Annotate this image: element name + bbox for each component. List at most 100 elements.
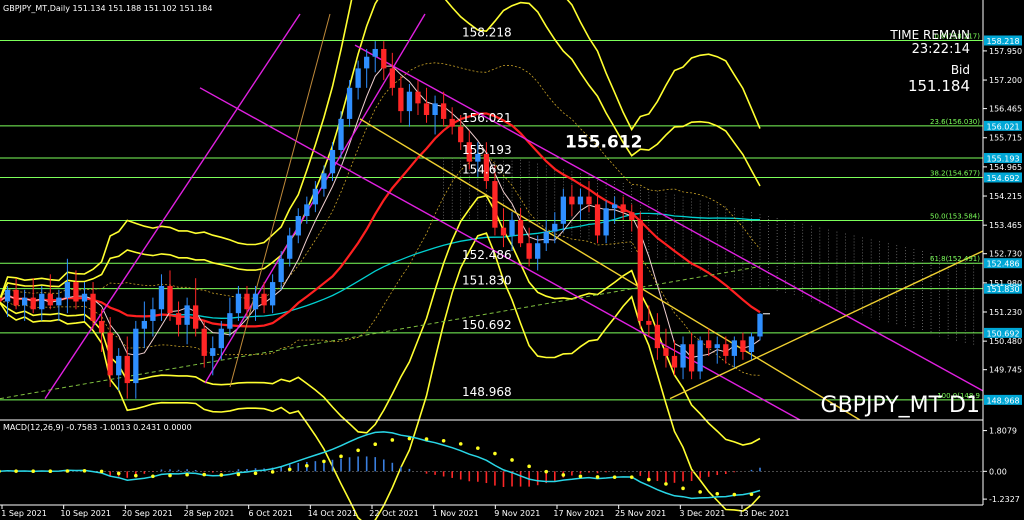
candle-body — [252, 293, 259, 310]
symbol-header: GBPJPY_MT,Daily 151.134 151.188 151.102 … — [3, 4, 212, 13]
macd-signal-dot — [561, 473, 566, 477]
candle-body — [569, 196, 575, 205]
candle-body — [13, 289, 19, 306]
candle-body — [714, 344, 720, 349]
candle-body — [338, 118, 344, 150]
fib-label: 23.6(156.030) — [930, 118, 980, 126]
candle-body — [107, 332, 113, 376]
time-label: 14 Oct 2021 — [308, 509, 357, 518]
macd-signal-dot — [390, 438, 395, 442]
candle-body — [620, 204, 626, 213]
candle-body — [415, 91, 421, 104]
candle-body — [543, 231, 549, 244]
macd-tick-label: 1.8079 — [989, 427, 1017, 436]
axis-marker-label: 148.968 — [986, 396, 1019, 405]
candle-body — [500, 227, 507, 236]
level-label: 156.021 — [462, 111, 512, 125]
time-label: 1 Sep 2021 — [1, 509, 47, 518]
axis-marker-label: 156.021 — [986, 122, 1019, 131]
macd-signal-dot — [322, 459, 326, 464]
macd-signal-dot — [595, 475, 600, 479]
candle-body — [287, 235, 293, 259]
level-label: 150.692 — [462, 318, 512, 332]
candle-body — [184, 305, 190, 325]
candle-body — [304, 204, 310, 217]
macd-signal-dot — [356, 448, 360, 453]
time-label: 17 Nov 2021 — [553, 509, 604, 518]
gbpjpy-chart[interactable]: 0.0(158.217)158.21823.6(156.030)156.0211… — [0, 0, 1024, 520]
candle-body — [56, 297, 62, 306]
candle-body — [594, 204, 601, 236]
macd-signal-dot — [253, 471, 258, 476]
candle-body — [150, 309, 156, 321]
macd-signal-dot — [270, 470, 275, 474]
time-label: 25 Nov 2021 — [615, 509, 666, 518]
macd-signal-dot — [407, 436, 412, 441]
macd-signal-dot — [732, 492, 737, 497]
macd-signal-dot — [629, 475, 634, 479]
macd-signal-dot — [578, 474, 583, 479]
candle-body — [560, 196, 566, 224]
candle-body — [158, 285, 165, 310]
candle-body — [364, 56, 370, 69]
candle-body — [64, 282, 71, 298]
level-label: 154.692 — [462, 162, 512, 176]
candle-body — [577, 196, 584, 205]
candle-body — [244, 293, 250, 310]
candle-body — [688, 344, 695, 372]
price-tick-label: 153.465 — [989, 221, 1022, 230]
candle-body — [723, 344, 729, 356]
candle-body — [73, 282, 79, 302]
macd-tick-label: -1.2327 — [989, 495, 1020, 504]
candle-body — [381, 48, 387, 69]
macd-signal-dot — [116, 471, 121, 476]
candle-body — [372, 48, 378, 57]
candle-body — [458, 126, 464, 143]
price-tick-label: 156.465 — [989, 105, 1022, 114]
candle-body — [492, 181, 498, 228]
time-label: 1 Nov 2021 — [433, 509, 479, 518]
macd-signal-dot — [647, 477, 651, 482]
candle-body — [637, 219, 643, 321]
macd-signal-dot — [373, 442, 378, 447]
bid-label: Bid — [951, 63, 970, 77]
macd-signal-dot — [48, 469, 53, 473]
candle-body — [697, 340, 703, 372]
macd-signal-dot — [749, 492, 754, 497]
candle-body — [278, 258, 284, 283]
candle-body — [654, 324, 661, 349]
macd-signal-dot — [681, 486, 685, 491]
macd-signal-dot — [219, 473, 224, 477]
candle-body — [757, 313, 763, 337]
level-label: 148.968 — [462, 385, 512, 399]
candle-body — [748, 336, 755, 353]
candle-body — [731, 340, 737, 356]
time-label: 10 Sep 2021 — [60, 509, 111, 518]
candle-body — [586, 196, 592, 205]
fib-label: 61.8(152.491) — [930, 255, 980, 263]
time-label: 20 Sep 2021 — [122, 509, 173, 518]
candle-body — [611, 204, 618, 209]
candle-body — [124, 355, 130, 384]
price-tick-label: 151.980 — [989, 279, 1022, 288]
macd-signal-dot — [99, 469, 104, 474]
candle-body — [116, 355, 122, 376]
candle-body — [235, 293, 242, 314]
candle-body — [535, 243, 541, 259]
macd-signal-dot — [612, 475, 617, 479]
candle-body — [329, 149, 336, 174]
macd-signal-dot — [458, 442, 463, 446]
candle-body — [39, 293, 45, 310]
macd-signal-dot — [476, 446, 480, 450]
candle-body — [30, 297, 36, 310]
level-label: 155.193 — [462, 143, 512, 157]
candle-body — [227, 313, 233, 329]
time-remain-label: TIME REMAIN — [889, 28, 970, 42]
macd-label: MACD(12,26,9) -0.7583 -1.0013 0.2431 0.0… — [3, 423, 192, 432]
level-label: 151.830 — [462, 274, 512, 288]
macd-signal-dot — [151, 474, 155, 479]
level-label: 152.486 — [462, 248, 512, 262]
macd-signal-dot — [134, 473, 138, 478]
candle-body — [646, 320, 652, 325]
candle-body — [47, 293, 53, 306]
